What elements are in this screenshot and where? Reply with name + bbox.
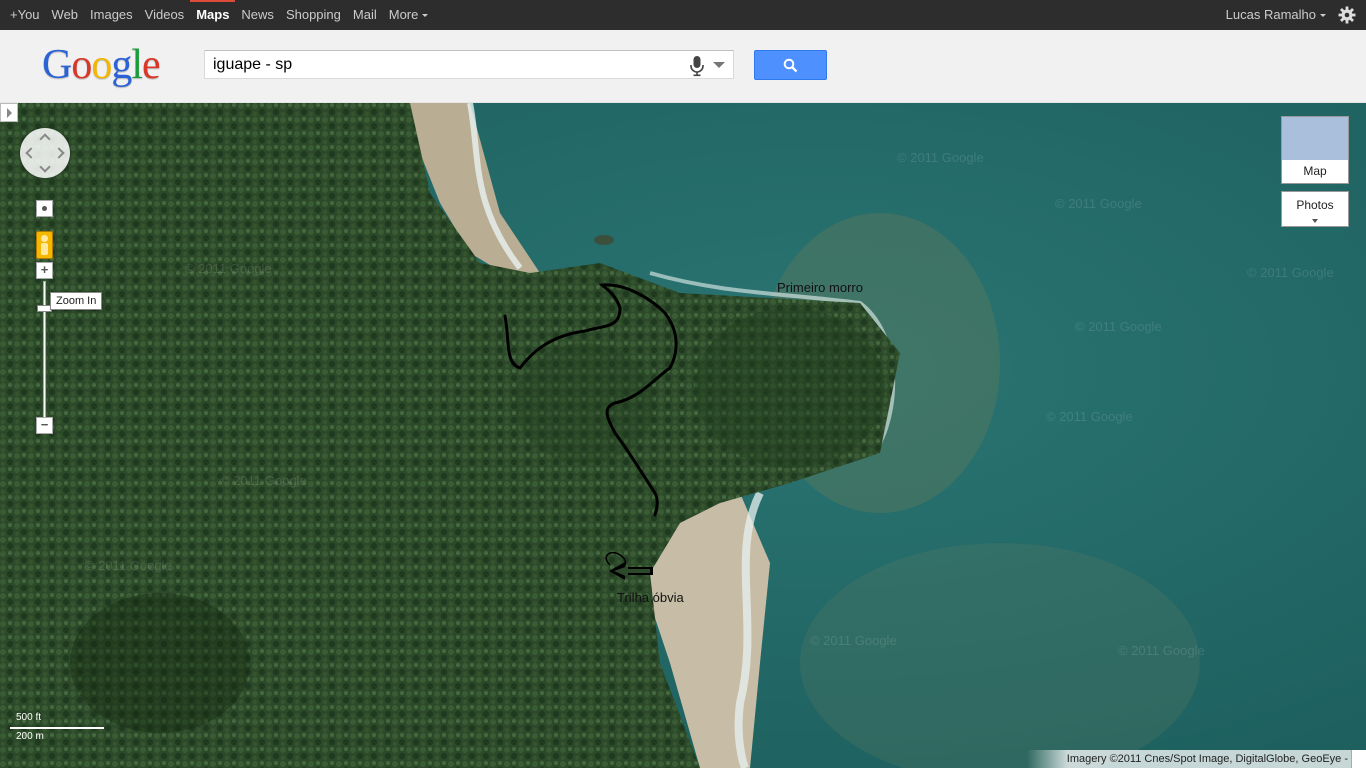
gear-icon[interactable] (1338, 6, 1356, 24)
pan-right-icon[interactable] (53, 147, 65, 159)
watermark: © 2011 Google (85, 558, 172, 573)
logo-letter: G (42, 42, 72, 88)
watermark: © 2011 Google (1075, 319, 1162, 334)
logo-letter: o (71, 42, 92, 88)
nav-you[interactable]: +You (0, 0, 46, 30)
scale-imperial: 500 ft (16, 712, 42, 723)
pan-up-icon[interactable] (39, 133, 51, 145)
pan-left-icon[interactable] (25, 147, 37, 159)
annotation-trilha: Trilha óbvia (617, 590, 684, 605)
search-header: Google (0, 30, 1366, 103)
scale-bar: 500 ft 200 m (8, 712, 104, 742)
map-type-map-button[interactable]: Map (1281, 116, 1349, 184)
scale-line (10, 727, 104, 729)
account-caret-icon (1320, 14, 1326, 18)
search-button[interactable] (754, 50, 827, 80)
nav-more-label: More (388, 7, 419, 22)
map-thumbnail (1282, 117, 1348, 160)
chevron-down-icon (1312, 219, 1318, 223)
account-menu[interactable]: Lucas Ramalho (1226, 0, 1326, 30)
nav-mail[interactable]: Mail (347, 0, 383, 30)
watermark: © 2011 Google (185, 261, 272, 276)
search-input[interactable] (205, 51, 675, 78)
watermark: © 2011 Google (1118, 643, 1205, 658)
satellite-imagery[interactable] (0, 103, 1366, 768)
microphone-icon[interactable] (689, 55, 705, 77)
zoom-out-button[interactable]: − (36, 417, 53, 434)
watermark: © 2011 Google (220, 473, 307, 488)
nav-maps[interactable]: Maps (190, 0, 236, 30)
scale-metric: 200 m (16, 731, 44, 742)
chevron-down-icon[interactable] (713, 62, 725, 68)
search-icon (783, 58, 798, 73)
map-canvas[interactable]: © 2011 Google © 2011 Google © 2011 Googl… (0, 103, 1366, 768)
map-type-photos-label: Photos (1296, 198, 1334, 212)
watermark: © 2011 Google (897, 150, 984, 165)
watermark: © 2011 Google (1247, 265, 1334, 280)
pegman-icon[interactable] (36, 231, 53, 259)
nav-more[interactable]: More (383, 0, 435, 30)
logo-letter: e (142, 42, 161, 88)
top-nav: +You Web Images Videos Maps News Shoppin… (0, 0, 434, 30)
nav-images[interactable]: Images (84, 0, 139, 30)
nav-shopping[interactable]: Shopping (280, 0, 347, 30)
watermark: © 2011 Google (1055, 196, 1142, 211)
nav-news[interactable]: News (235, 0, 280, 30)
nav-web[interactable]: Web (46, 0, 85, 30)
more-caret-icon (422, 14, 429, 18)
collapse-corner-icon[interactable] (1351, 750, 1366, 768)
map-type-photos-button[interactable]: Photos (1281, 191, 1349, 227)
search-box (204, 50, 734, 79)
zoom-in-button[interactable]: + (36, 262, 53, 279)
imagery-attribution: Imagery ©2011 Cnes/Spot Image, DigitalGl… (1026, 750, 1352, 768)
logo-letter: g (111, 42, 132, 88)
watermark: © 2011 Google (810, 633, 897, 648)
zoom-reset-icon[interactable] (36, 200, 53, 217)
watermark: © 2011 Google (1046, 409, 1133, 424)
pan-down-icon[interactable] (39, 161, 51, 173)
google-logo[interactable]: Google (42, 42, 161, 88)
panel-toggle-button[interactable] (0, 103, 18, 122)
user-name: Lucas Ramalho (1225, 7, 1316, 22)
map-type-map-label: Map (1303, 164, 1327, 178)
pan-control-icon[interactable] (20, 128, 70, 178)
annotation-primeiro-morro: Primeiro morro (777, 280, 863, 295)
zoom-in-tooltip: Zoom In (50, 292, 103, 310)
google-bar: +You Web Images Videos Maps News Shoppin… (0, 0, 1366, 30)
zoom-slider-track[interactable] (43, 281, 46, 425)
nav-videos[interactable]: Videos (139, 0, 191, 30)
logo-letter: o (91, 42, 112, 88)
logo-letter: l (131, 42, 143, 88)
